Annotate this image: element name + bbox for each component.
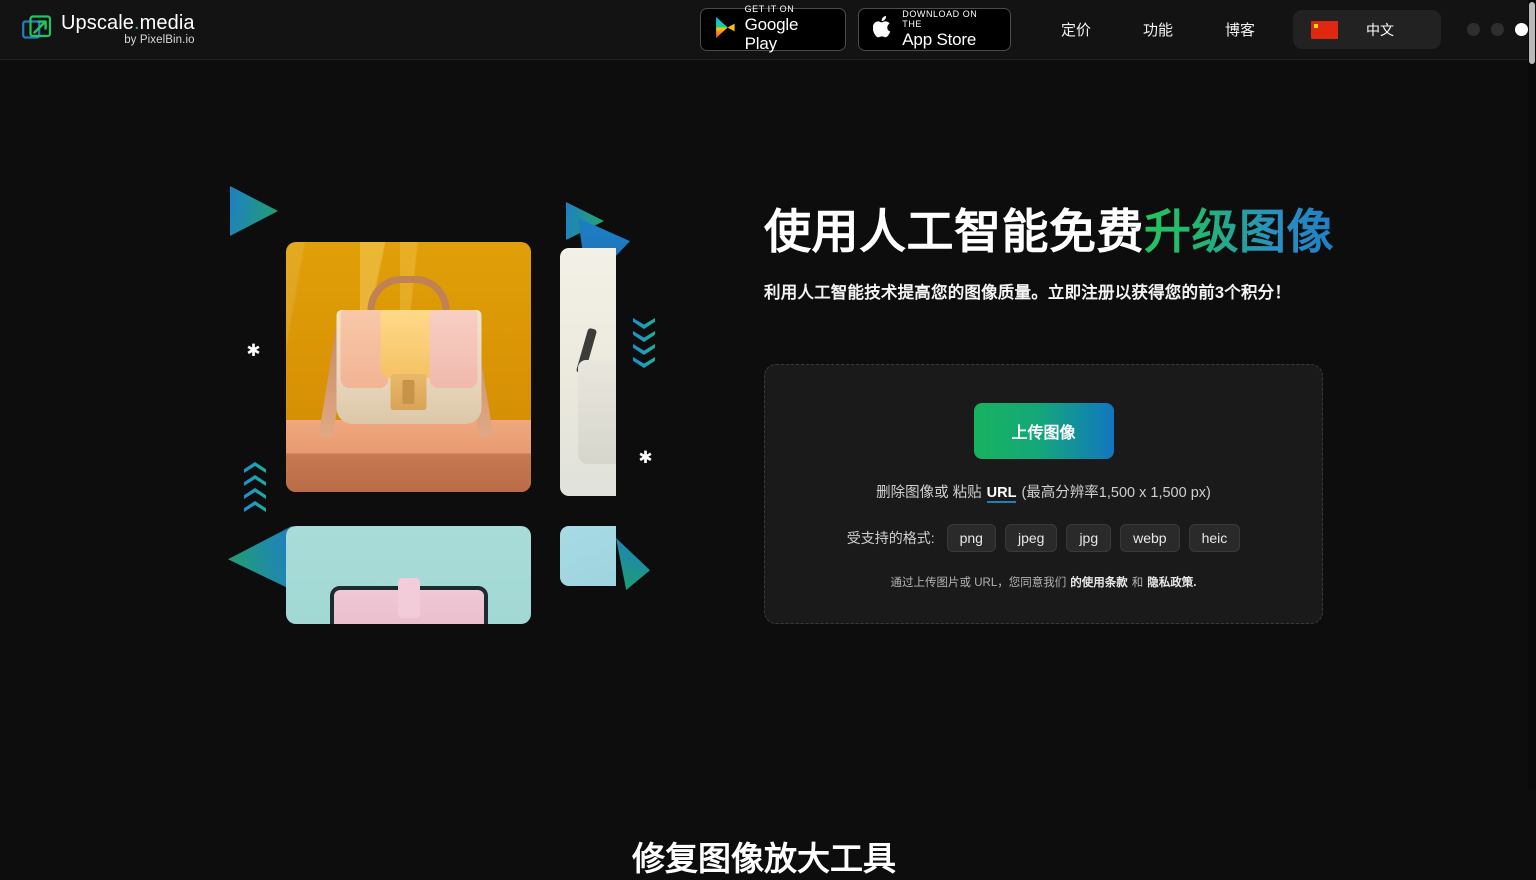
chevron-up-icon: [244, 462, 266, 473]
sparkle-icon-right: ✱: [638, 448, 653, 468]
app-store-button[interactable]: Download on the App Store: [858, 8, 1011, 51]
upload-image-button[interactable]: 上传图像: [973, 403, 1114, 460]
collage-cyan-panel: [560, 526, 616, 586]
page-subtitle: 利用人工智能技术提高您的图像质量。立即注册以获得您的前3个积分！: [764, 284, 1292, 303]
nav-link-pricing[interactable]: 定价: [1035, 19, 1117, 40]
handbag-illustration: [336, 276, 481, 424]
google-play-icon: [715, 16, 736, 44]
format-chip-jpg[interactable]: jpg: [1066, 524, 1112, 553]
indicator-dot-3[interactable]: [1515, 23, 1528, 36]
privacy-policy-link[interactable]: 隐私政策.: [1147, 574, 1196, 590]
upscale-arrow-logo-icon: [22, 14, 52, 45]
page-title: 使用人工智能免费升级图像: [764, 205, 1364, 259]
google-play-small-label: GET IT ON: [744, 4, 795, 15]
bag-lock: [390, 374, 427, 410]
terms-prefix-label: 通过上传图片或 URL，您同意我们: [890, 577, 1067, 590]
brand-subtitle: by PixelBin.io: [124, 33, 195, 46]
google-play-big-label: Google Play: [744, 14, 799, 54]
sparkle-icon-left: ✱: [246, 341, 261, 361]
format-chip-heic[interactable]: heic: [1188, 524, 1241, 553]
google-play-button[interactable]: GET IT ON Google Play: [699, 4, 847, 54]
nav-link-features[interactable]: 功能: [1117, 19, 1199, 40]
format-chip-webp[interactable]: webp: [1120, 524, 1180, 553]
hero-section: ✱ ✱ 使用人工智能免费升级图像 利用人工智能技术提高您的图像质量。立即注册以获…: [0, 60, 1528, 877]
hero-content-column: 使用人工智能免费升级图像 利用人工智能技术提高您的图像质量。立即注册以获得您的前…: [764, 60, 1364, 625]
brand-title: Upscale.media: [61, 11, 195, 34]
indicator-dot-2[interactable]: [1491, 23, 1504, 36]
terms-notice: 通过上传图片或 URL，您同意我们 的使用条款 和 隐私政策.: [891, 574, 1197, 590]
page-scrollbar-track[interactable]: [1528, 0, 1536, 789]
chevron-up-icon: [244, 501, 266, 512]
language-selector[interactable]: 中文: [1293, 10, 1441, 49]
collage-tall-panel: [560, 248, 616, 496]
supported-formats-row: 受支持的格式: png jpeg jpg webp heic: [846, 524, 1241, 553]
page-scrollbar-thumb[interactable]: [1529, 2, 1535, 64]
store-buttons-group: GET IT ON Google Play Download on the Ap…: [699, 4, 1011, 54]
chevron-down-icon: [633, 331, 655, 342]
chevron-down-icon: [633, 344, 655, 355]
site-header: Upscale.media by PixelBin.io GET IT ON G…: [0, 0, 1528, 60]
upload-dropzone-card[interactable]: 上传图像 删除图像或 粘贴 URL (最高分辨率1,500 x 1,500 px…: [764, 364, 1323, 625]
chevron-down-icon-group: [633, 318, 655, 368]
triangle-icon-top-left: [230, 186, 278, 236]
terms-and-label: 和: [1131, 577, 1144, 590]
bag-body: [336, 310, 481, 424]
brand-logo-group[interactable]: Upscale.media by PixelBin.io: [22, 13, 195, 47]
collage-teal-panel: [286, 526, 531, 624]
chevron-down-icon: [633, 318, 655, 329]
main-navigation: 定价 功能 博客: [1035, 19, 1281, 40]
next-section-heading: 修复图像放大工具: [632, 840, 896, 877]
drop-instructions: 删除图像或 粘贴 URL (最高分辨率1,500 x 1,500 px): [876, 481, 1211, 504]
headline-accent: 升级图像: [1144, 205, 1334, 258]
indicator-dot-1[interactable]: [1467, 23, 1480, 36]
format-chip-png[interactable]: png: [946, 524, 996, 553]
drop-prefix-label: 删除图像或 粘贴: [876, 485, 982, 502]
china-flag-icon: [1311, 20, 1338, 39]
app-store-big-label: App Store: [902, 29, 977, 49]
triangle-icon-bottom-left: [228, 526, 292, 590]
paste-url-link[interactable]: URL: [986, 485, 1017, 504]
collage-main-image: [286, 242, 531, 492]
headline-plain: 使用人工智能免费: [764, 205, 1144, 258]
nav-link-blog[interactable]: 博客: [1199, 19, 1281, 40]
drop-suffix-label: (最高分辨率1,500 x 1,500 px): [1021, 485, 1211, 502]
bag-flap-right: [429, 310, 477, 388]
format-chip-jpeg[interactable]: jpeg: [1004, 524, 1058, 553]
app-store-small-label: Download on the: [902, 8, 978, 29]
terms-of-use-link[interactable]: 的使用条款: [1070, 574, 1128, 590]
indicator-dots: [1467, 23, 1528, 36]
apple-icon: [873, 15, 893, 44]
chevron-up-icon: [244, 475, 266, 486]
chevron-down-icon: [633, 357, 655, 368]
chevron-up-icon-group: [244, 462, 266, 512]
triangle-icon-bottom-right: [616, 538, 650, 590]
formats-label: 受支持的格式:: [846, 530, 935, 547]
language-label: 中文: [1366, 21, 1394, 38]
teal-panel-bag: [329, 586, 488, 624]
chevron-up-icon: [244, 488, 266, 499]
hero-collage-image: ✱ ✱: [208, 170, 696, 658]
tall-panel-bag: [578, 360, 616, 464]
